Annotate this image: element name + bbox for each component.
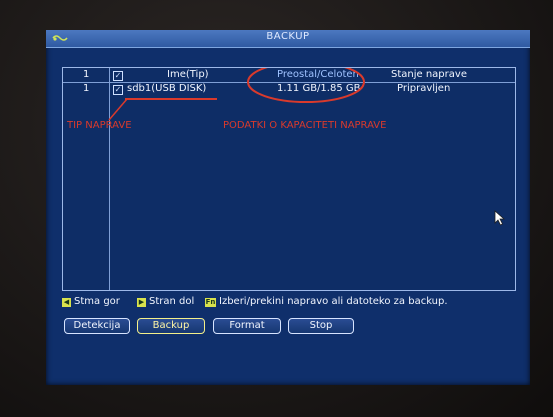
page-up-text: Stma gor: [74, 296, 120, 307]
fn-key-icon: Fn: [205, 298, 216, 307]
device-table: 1 ✓ Ime(Tip) Preostal/Celoten Stanje nap…: [62, 67, 516, 291]
fn-help-text: Izberi/prekini napravo ali datoteko za b…: [219, 296, 448, 307]
title-bar: BACKUP: [46, 30, 530, 48]
stop-button[interactable]: Stop: [288, 318, 354, 334]
device-type-annotation: TIP NAPRAVE: [67, 120, 132, 131]
capacity-highlight-ellipse: [247, 68, 365, 103]
capacity-annotation: PODATKI O KAPACITETI NAPRAVE: [223, 120, 387, 131]
annotation-overlay: [108, 68, 365, 121]
device-type-pointer: [108, 98, 128, 121]
detect-button[interactable]: Detekcija: [64, 318, 130, 334]
help-bar: ◀ Stma gor ▶ Stran dol Fn Izberi/prekini…: [62, 296, 522, 310]
page-up-key-icon: ◀: [62, 298, 71, 307]
backup-button[interactable]: Backup: [137, 318, 205, 334]
mouse-pointer-icon: [494, 210, 506, 226]
dvr-screen: BACKUP 1 ✓ Ime(Tip) Preostal/Celoten Sta…: [46, 30, 530, 385]
window-title: BACKUP: [266, 31, 310, 42]
page-down-text: Stran dol: [149, 296, 195, 307]
page-down-key-icon: ▶: [137, 298, 146, 307]
format-button[interactable]: Format: [213, 318, 281, 334]
